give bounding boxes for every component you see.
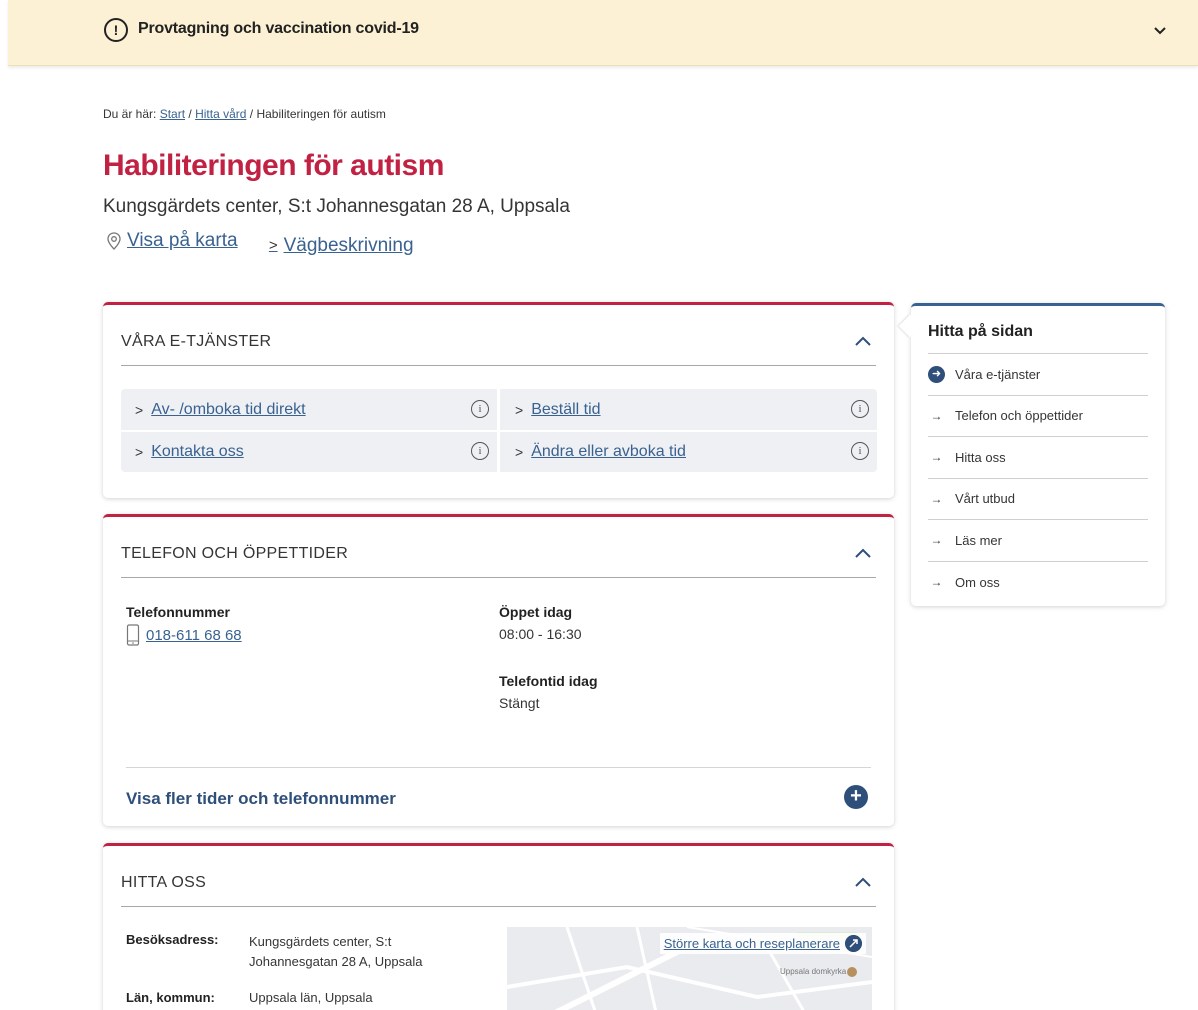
visit-address-row: Besöksadress: [126,932,219,947]
directions-link[interactable]: > Vägbeskrivning [269,235,414,257]
phone-row: 018-611 68 68 [126,624,242,646]
sidenav-notch [898,314,922,338]
chevron-up-icon[interactable] [854,335,872,347]
page-nav-label: Om oss [955,574,1000,590]
page-navigation-list: ➜ Våra e-tjänster → Telefon och öppettid… [928,353,1148,603]
eservice-item[interactable]: > Av- /omboka tid direkt i [121,389,497,430]
page-navigation-title: Hitta på sidan [928,323,1033,340]
chevron-right-icon: > [268,237,278,254]
expand-icon [845,935,862,952]
info-icon[interactable]: i [471,442,489,460]
page-nav-item-about[interactable]: → Om oss [928,562,1148,604]
clinic-address: Kungsgärdets center, S:t Johannesgatan 2… [103,196,570,217]
chevron-right-icon: > [515,401,524,418]
page-nav-label: Vårt utbud [955,491,1015,507]
chevron-right-icon: > [515,443,524,460]
eservices-title: VÅRA E-TJÄNSTER [121,333,272,350]
page-navigation: Hitta på sidan ➜ Våra e-tjänster → Telef… [898,303,1165,606]
show-on-map-label: Visa på karta [127,230,238,251]
eservices-header[interactable]: VÅRA E-TJÄNSTER [121,333,876,366]
map-pin-icon [107,232,121,250]
eservices-grid: > Av- /omboka tid direkt i > Beställ tid… [121,389,877,472]
open-today-block: Öppet idag 08:00 - 16:30 [499,604,582,642]
arrow-right-icon: → [930,533,943,548]
page-nav-item-services[interactable]: → Vårt utbud [928,479,1148,520]
visit-address-line: Johannesgatan 28 A, Uppsala [249,954,423,969]
open-today-value: 08:00 - 16:30 [499,626,582,642]
phone-block: Telefonnummer 018-611 68 68 [126,604,242,646]
map-preview[interactable]: Uppsala domkyrka Större karta och resepl… [507,927,872,1010]
breadcrumb-prefix: Du är här: [103,107,157,121]
grid-divider [497,389,500,472]
breadcrumb: Du är här: Start / Hitta vård / Habilite… [103,107,386,121]
info-icon[interactable]: i [851,442,869,460]
chevron-up-icon[interactable] [854,876,872,888]
page-nav-item-eservices[interactable]: ➜ Våra e-tjänster [928,354,1148,396]
arrow-right-icon: → [930,575,943,590]
phone-hours-card: TELEFON OCH ÖPPETTIDER Telefonnummer 018… [103,514,894,826]
page-nav-item-find-us[interactable]: → Hitta oss [928,437,1148,479]
find-us-card: HITTA OSS Besöksadress: Kungsgärdets cen… [103,843,894,1010]
visit-address-label: Besöksadress: [126,932,219,947]
info-icon[interactable]: i [851,400,869,418]
map-poi-label: Uppsala domkyrka [780,967,847,976]
show-more-times-row[interactable]: Visa fler tider och telefonnummer + [126,767,871,827]
phonetime-value: Stängt [499,695,540,711]
breadcrumb-link-start[interactable]: Start [160,107,185,121]
map-links: Visa på karta > Vägbeskrivning [106,230,440,257]
page-nav-label: Läs mer [955,532,1002,548]
arrow-right-icon: → [930,491,943,506]
region-label: Län, kommun: [126,990,215,1005]
eservice-item[interactable]: > Kontakta oss i [121,431,497,472]
arrow-right-circle-icon: ➜ [928,365,945,383]
show-on-map-link[interactable]: Visa på karta [106,230,238,252]
eservice-link-contact[interactable]: Kontakta oss [151,443,244,461]
directions-label: Vägbeskrivning [283,234,414,256]
region-value: Uppsala län, Uppsala [249,990,373,1005]
eservices-card: VÅRA E-TJÄNSTER > Av- /omboka tid direkt… [103,302,894,498]
breadcrumb-separator: / [188,107,192,121]
page-nav-label: Hitta oss [955,449,1006,465]
eservice-link-book[interactable]: Beställ tid [531,401,600,419]
arrow-right-icon: → [930,450,943,465]
breadcrumb-link-hitta-vard[interactable]: Hitta vård [195,107,246,121]
covid-banner[interactable]: ! Provtagning och vaccination covid-19 [8,0,1198,66]
page-title: Habiliteringen för autism [103,149,444,182]
eservice-link-change-cancel[interactable]: Ändra eller avboka tid [531,443,686,461]
open-today-label: Öppet idag [499,604,573,620]
covid-banner-title[interactable]: Provtagning och vaccination covid-19 [138,20,419,38]
eservice-link-rebook[interactable]: Av- /omboka tid direkt [151,401,305,419]
phone-label: Telefonnummer [126,604,230,620]
page-nav-item-read-more[interactable]: → Läs mer [928,520,1148,562]
breadcrumb-current: Habiliteringen för autism [256,107,386,121]
phone-number-link[interactable]: 018-611 68 68 [146,627,242,644]
arrow-right-icon: → [930,408,943,423]
chevron-up-icon[interactable] [854,547,872,559]
phone-hours-title: TELEFON OCH ÖPPETTIDER [121,545,349,562]
chevron-down-icon[interactable] [1152,22,1168,38]
plus-icon[interactable]: + [844,785,868,809]
phonetime-label: Telefontid idag [499,673,598,689]
region-row: Län, kommun: [126,990,215,1005]
visit-address-value: Kungsgärdets center, S:t Johannesgatan 2… [249,932,422,972]
eservice-item[interactable]: > Beställ tid i [501,389,877,430]
page-nav-label: Telefon och öppettider [955,408,1083,424]
phone-hours-header[interactable]: TELEFON OCH ÖPPETTIDER [121,545,876,578]
page-nav-label: Våra e-tjänster [955,366,1041,382]
larger-map-link-box[interactable]: Större karta och reseplanerare [659,933,866,954]
find-us-title: HITTA OSS [121,874,207,891]
alert-icon: ! [104,18,128,42]
chevron-right-icon: > [135,401,144,418]
breadcrumb-separator: / [249,107,254,121]
show-more-times-label[interactable]: Visa fler tider och telefonnummer [126,789,396,809]
chevron-right-icon: > [135,443,144,460]
find-us-header[interactable]: HITTA OSS [121,874,876,907]
larger-map-link[interactable]: Större karta och reseplanerare [664,936,840,951]
info-icon[interactable]: i [471,400,489,418]
eservice-item[interactable]: > Ändra eller avboka tid i [501,431,877,472]
visit-address-line: Kungsgärdets center, S:t [249,934,392,949]
page-nav-item-phone[interactable]: → Telefon och öppettider [928,396,1148,437]
mobile-phone-icon [126,624,140,646]
phonetime-block: Telefontid idag Stängt [499,673,598,711]
